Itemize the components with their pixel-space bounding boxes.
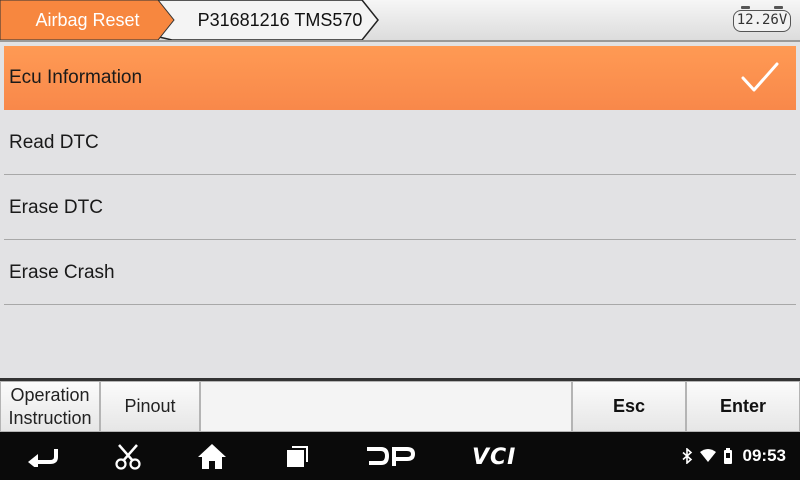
operation-instruction-button[interactable]: Operation Instruction (0, 381, 100, 432)
scissors-icon[interactable] (114, 443, 142, 471)
back-icon[interactable] (26, 445, 60, 467)
battery-terminal (774, 6, 783, 9)
bluetooth-icon (681, 448, 692, 464)
breadcrumb-bar: Airbag Reset P31681216 TMS570 12.26V (0, 0, 800, 42)
menu-item-erase-crash[interactable]: Erase Crash (4, 241, 796, 305)
battery-voltage-value: 12.26V (736, 12, 788, 28)
battery-icon (723, 448, 732, 464)
menu-item-label: Ecu Information (9, 67, 143, 88)
breadcrumb-airbag-reset[interactable]: Airbag Reset (0, 0, 175, 40)
dp-icon[interactable]: DP (364, 446, 416, 468)
enter-button[interactable]: Enter (686, 381, 800, 432)
enter-label: Enter (719, 396, 766, 416)
menu-item-read-dtc[interactable]: Read DTC (4, 111, 796, 175)
clock: 09:53 (742, 446, 786, 465)
breadcrumb-ecu-id[interactable]: P31681216 TMS570 (185, 0, 375, 40)
esc-button[interactable]: Esc (572, 381, 686, 432)
vci-icon[interactable]: VCI (470, 444, 526, 468)
system-navigation-bar: DP VCI 09:53 (0, 432, 800, 480)
button-bar-spacer (200, 381, 572, 432)
function-button-bar: Operation Instruction Pinout Esc Enter (0, 381, 800, 432)
home-icon[interactable] (197, 442, 227, 470)
esc-label: Esc (612, 396, 646, 416)
operation-instruction-line1: Operation (10, 384, 90, 405)
battery-terminal (741, 6, 750, 9)
menu-item-label: Erase DTC (9, 197, 103, 218)
pinout-button[interactable]: Pinout (100, 381, 200, 432)
menu-item-label: Read DTC (9, 132, 99, 153)
checkmark-icon (741, 62, 779, 92)
menu-list: Ecu Information Read DTC Erase DTC Erase… (0, 42, 800, 381)
menu-item-label: Erase Crash (9, 262, 115, 283)
menu-item-erase-dtc[interactable]: Erase DTC (4, 176, 796, 240)
recent-apps-icon[interactable] (285, 444, 311, 470)
operation-instruction-line2: Instruction (8, 407, 92, 428)
menu-item-ecu-information[interactable]: Ecu Information (4, 46, 796, 110)
vci-label: VCI (472, 445, 516, 468)
pinout-label: Pinout (124, 396, 176, 416)
status-area: 09:53 (681, 432, 786, 480)
battery-voltage-badge: 12.26V (733, 6, 791, 32)
wifi-icon (699, 449, 716, 462)
